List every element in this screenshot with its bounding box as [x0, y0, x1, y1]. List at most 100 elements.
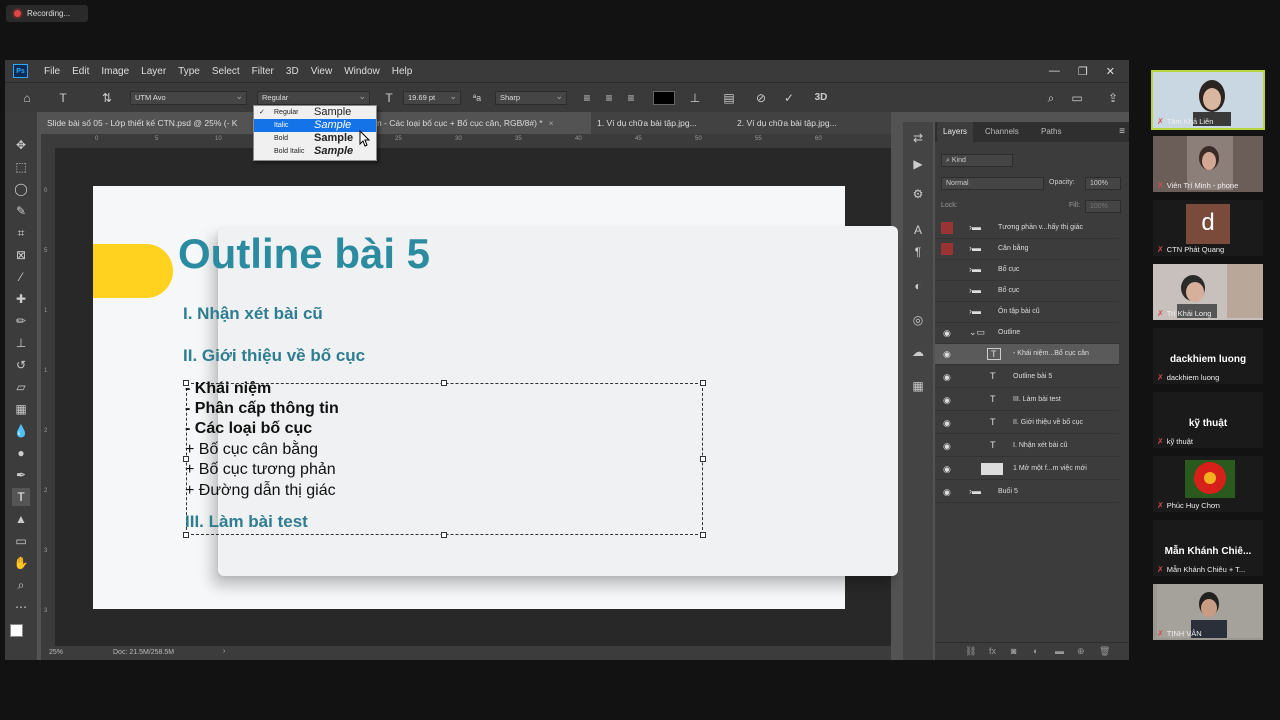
participant-tile[interactable]: ✗ Trí Khải Long — [1153, 264, 1263, 320]
menu-3d[interactable]: 3D — [280, 66, 305, 77]
foreground-color-swatch[interactable] — [10, 624, 23, 637]
new-group-icon[interactable]: ▬ — [1055, 646, 1064, 656]
resize-handle[interactable] — [183, 532, 189, 538]
menu-layer[interactable]: Layer — [135, 66, 172, 77]
eye-icon[interactable]: ◉ — [943, 464, 953, 475]
move-tool-icon[interactable]: ✥ — [12, 136, 30, 154]
align-right-icon[interactable]: ≡ — [623, 90, 639, 106]
frame-tool-icon[interactable]: ⊠ — [12, 246, 30, 264]
healing-brush-tool-icon[interactable]: ✚ — [12, 290, 30, 308]
layer-nhan-xet[interactable]: ◉ T I. Nhận xét bài cũ — [935, 436, 1119, 457]
fx-icon[interactable]: fx — [989, 646, 996, 656]
resize-handle[interactable] — [700, 532, 706, 538]
participant-tile[interactable]: d ✗ CTN Phát Quang — [1153, 200, 1263, 256]
font-family-select[interactable]: UTM Avo — [130, 90, 247, 105]
eye-icon[interactable]: ◉ — [943, 349, 953, 360]
font-style-option-bold[interactable]: Bold Sample — [254, 132, 376, 145]
eye-icon[interactable]: ◉ — [943, 487, 953, 498]
close-tab-icon[interactable]: × — [549, 118, 554, 128]
lasso-tool-icon[interactable]: ◯ — [12, 180, 30, 198]
participant-tile[interactable]: ✗ Tâm Khả Liên — [1151, 70, 1265, 130]
eye-icon[interactable]: ◉ — [943, 328, 953, 339]
trash-icon[interactable]: 🗑 — [1099, 646, 1110, 657]
eye-icon[interactable]: ◉ — [943, 441, 953, 452]
home-icon[interactable]: ⌂ — [19, 90, 35, 106]
layer-gioi-thieu[interactable]: ◉ T II. Giới thiệu về bố cục — [935, 413, 1119, 434]
participant-tile[interactable]: ✗ Viên Trí Minh - phone — [1153, 136, 1263, 192]
more-tools-icon[interactable]: ⋯ — [12, 598, 30, 616]
resize-handle[interactable] — [700, 380, 706, 386]
fill-field[interactable]: 100% — [1085, 200, 1121, 213]
color-panel-icon[interactable]: ◐ — [910, 278, 926, 294]
mask-icon[interactable]: ◙ — [1011, 646, 1016, 656]
pen-tool-icon[interactable]: ✒ — [12, 466, 30, 484]
text-orientation-icon[interactable]: ⇅ — [99, 90, 115, 106]
recording-indicator[interactable]: Recording... — [6, 5, 88, 22]
participant-tile[interactable]: kỹ thuật ✗ kỹ thuật — [1153, 392, 1263, 448]
rectangle-tool-icon[interactable]: ▭ — [12, 532, 30, 550]
eye-icon[interactable]: ◉ — [943, 372, 953, 383]
search-icon[interactable]: ⌕ — [1043, 90, 1059, 106]
stamp-tool-icon[interactable]: ⊥ — [12, 334, 30, 352]
layer-bo-cuc-2[interactable]: ›▬ Bố cục — [935, 281, 1119, 302]
layer-outline-group[interactable]: ◉ ⌄▭ Outline — [935, 323, 1119, 344]
history-brush-tool-icon[interactable]: ↺ — [12, 356, 30, 374]
type-tool-icon[interactable]: T — [12, 488, 30, 506]
warp-text-icon[interactable]: ⊥ — [687, 90, 703, 106]
close-button[interactable]: ✕ — [1106, 65, 1115, 78]
resize-handle[interactable] — [700, 456, 706, 462]
3d-icon[interactable]: 3D — [813, 90, 829, 106]
menu-help[interactable]: Help — [386, 66, 419, 77]
layer-lam-bai-test[interactable]: ◉ T III. Làm bài test — [935, 390, 1119, 411]
character-panel-icon[interactable]: A — [910, 222, 926, 238]
participant-tile[interactable]: dackhiem luong ✗ dackhiem luong — [1153, 328, 1263, 384]
participant-tile[interactable]: ✗ Phúc Huy Chơn — [1153, 456, 1263, 512]
font-style-option-bold-italic[interactable]: Bold Italic Sample — [254, 145, 376, 158]
paragraph-panel-icon[interactable]: ¶ — [910, 244, 926, 260]
tab-layers[interactable]: Layers — [937, 122, 974, 142]
new-layer-icon[interactable]: ⊕ — [1077, 646, 1085, 657]
crop-tool-icon[interactable]: ⌗ — [12, 224, 30, 242]
actions-panel-icon[interactable]: ▶ — [910, 156, 926, 172]
layer-tuong-phan[interactable]: ›▬ Tương phản v...hấy thị giác — [935, 218, 1119, 239]
eyedropper-tool-icon[interactable]: ⁄ — [12, 268, 30, 286]
marquee-tool-icon[interactable]: ⬚ — [12, 158, 30, 176]
participant-tile[interactable]: Mẫn Khánh Chiê... ✗ Mẫn Khánh Chiêu + T..… — [1153, 520, 1263, 576]
menu-filter[interactable]: Filter — [246, 66, 280, 77]
dodge-tool-icon[interactable]: ● — [12, 444, 30, 462]
layer-image-thumbnail[interactable]: ◉ 1 Mở một f...m việc mới — [935, 459, 1119, 480]
tab-channels[interactable]: Channels — [979, 122, 1025, 142]
tab-vi-du-2[interactable]: 2. Ví dụ chữa bài tập.jpg... — [731, 112, 871, 134]
layer-filter-kind[interactable]: ⌕ Kind — [941, 154, 1013, 167]
participant-tile[interactable]: ✗ TỊNH VÂN — [1153, 584, 1263, 640]
status-menu-arrow-icon[interactable]: › — [223, 648, 225, 655]
align-left-icon[interactable]: ≡ — [579, 90, 595, 106]
font-size-select[interactable]: 19.69 pt — [403, 90, 461, 105]
minimize-button[interactable]: — — [1049, 65, 1060, 77]
menu-view[interactable]: View — [305, 66, 339, 77]
eraser-tool-icon[interactable]: ▱ — [12, 378, 30, 396]
eye-icon[interactable]: ◉ — [943, 418, 953, 429]
menu-window[interactable]: Window — [338, 66, 386, 77]
quick-select-tool-icon[interactable]: ✎ — [12, 202, 30, 220]
adjustments-panel-icon[interactable]: ⚙ — [910, 186, 926, 202]
resize-handle[interactable] — [441, 380, 447, 386]
menu-type[interactable]: Type — [172, 66, 206, 77]
zoom-tool-icon[interactable]: ⌕ — [12, 576, 30, 594]
font-style-option-regular[interactable]: ✓ Regular Sample — [254, 106, 376, 119]
blur-tool-icon[interactable]: 💧 — [12, 422, 30, 440]
brush-tool-icon[interactable]: ✏ — [12, 312, 30, 330]
grid-panel-icon[interactable]: ▦ — [910, 378, 926, 394]
history-panel-icon[interactable]: ⇄ — [910, 130, 926, 146]
layer-buoi-5[interactable]: ◉ ›▬ Buổi 5 — [935, 482, 1119, 503]
menu-edit[interactable]: Edit — [66, 66, 95, 77]
workspace-icon[interactable]: ▭ — [1069, 90, 1085, 106]
link-layers-icon[interactable]: ⛓ — [965, 646, 976, 657]
opacity-field[interactable]: 100% — [1085, 177, 1121, 190]
commit-icon[interactable]: ✓ — [781, 90, 797, 106]
visibility-off-icon[interactable] — [941, 222, 953, 234]
tab-slide-continued[interactable]: n - Các loại bố cục + Bố cục cân, RGB/8#… — [371, 112, 591, 134]
layer-outline-bai-5[interactable]: ◉ T Outline bài 5 — [935, 367, 1119, 388]
panel-menu-icon[interactable]: ≡ — [1119, 126, 1125, 137]
layer-on-tap[interactable]: ›▬ Ôn tập bài cũ — [935, 302, 1119, 323]
